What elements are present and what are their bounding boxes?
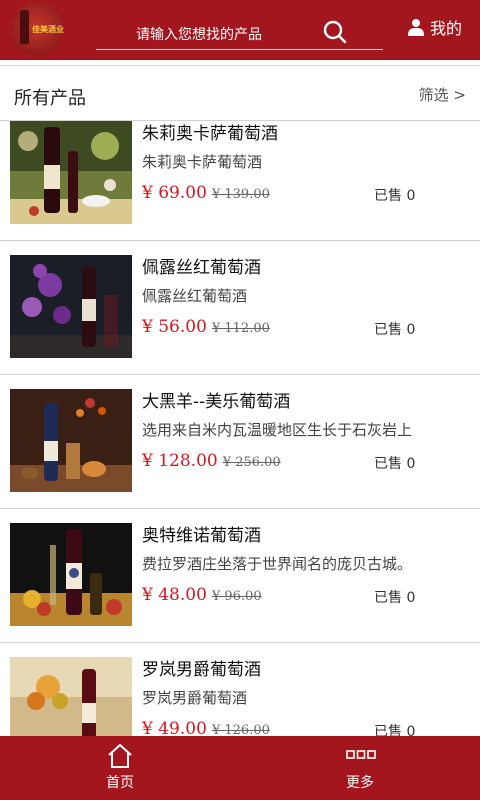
logo-text: 佳美酒业 (32, 25, 64, 34)
product-item[interactable]: 佩露丝红葡萄酒 佩露丝红葡萄酒 ¥ 56.00 ¥ 112.00 已售 0 (0, 240, 480, 374)
product-name: 大黑羊--美乐葡萄酒 (142, 392, 291, 412)
product-item[interactable]: 奥特维诺葡萄酒 费拉罗酒庄坐落于世界闻名的庞贝古城。 ¥ 48.00 ¥ 96.… (0, 508, 480, 642)
nav-home-label: 首页 (106, 775, 134, 791)
product-name: 佩露丝红葡萄酒 (142, 258, 261, 278)
sold-count: 已售 0 (374, 456, 416, 472)
product-price: ¥ 128.00 (142, 451, 218, 471)
product-name: 罗岚男爵葡萄酒 (142, 660, 261, 680)
product-price: ¥ 56.00 (142, 317, 207, 337)
sold-count: 已售 0 (374, 724, 416, 736)
product-price: ¥ 49.00 (142, 719, 207, 736)
list-title: 所有产品 (14, 88, 86, 109)
home-icon (108, 744, 132, 768)
user-icon (408, 19, 424, 36)
product-old-price: ¥ 256.00 (222, 455, 281, 470)
product-old-price: ¥ 126.00 (211, 723, 270, 736)
search-input[interactable]: 请输入您想找的产品 (96, 10, 383, 50)
bottom-nav: 首页 更多 (0, 736, 480, 800)
product-name: 朱莉奥卡萨葡萄酒 (142, 124, 278, 144)
search-placeholder: 请输入您想找的产品 (136, 27, 262, 43)
product-item[interactable]: 朱莉奥卡萨葡萄酒 朱莉奥卡萨葡萄酒 ¥ 69.00 ¥ 139.00 已售 0 (0, 120, 480, 254)
product-item[interactable]: 大黑羊--美乐葡萄酒 选用来自米内瓦温暖地区生长于石灰岩上 ¥ 128.00 ¥… (0, 374, 480, 508)
product-old-price: ¥ 139.00 (211, 187, 270, 202)
product-item[interactable]: 罗岚男爵葡萄酒 罗岚男爵葡萄酒 ¥ 49.00 ¥ 126.00 已售 0 (0, 642, 480, 736)
product-list-panel: 所有产品 筛选 > 朱莉奥卡萨葡萄酒 朱莉奥卡萨葡萄酒 ¥ 69.00 ¥ 13… (0, 60, 480, 736)
product-image (10, 523, 132, 626)
top-bar: 佳美酒业 请输入您想找的产品 我的 (0, 0, 480, 60)
product-old-price: ¥ 96.00 (211, 589, 262, 604)
search-icon[interactable] (323, 20, 347, 44)
product-name: 奥特维诺葡萄酒 (142, 526, 261, 546)
product-image (10, 389, 132, 492)
list-header: 所有产品 筛选 > (0, 65, 480, 117)
filter-button[interactable]: 筛选 > (419, 84, 466, 105)
product-image (10, 121, 132, 224)
product-desc: 朱莉奥卡萨葡萄酒 (142, 153, 263, 171)
nav-home[interactable]: 首页 (70, 736, 170, 800)
product-price: ¥ 48.00 (142, 585, 207, 605)
product-image (10, 255, 132, 358)
bottle-icon (20, 10, 29, 44)
product-image (10, 657, 132, 736)
product-desc: 罗岚男爵葡萄酒 (142, 689, 248, 707)
sold-count: 已售 0 (374, 188, 416, 204)
my-account-button[interactable]: 我的 (408, 14, 462, 40)
product-old-price: ¥ 112.00 (211, 321, 270, 336)
product-price: ¥ 69.00 (142, 183, 207, 203)
product-desc: 佩露丝红葡萄酒 (142, 287, 248, 305)
sold-count: 已售 0 (374, 590, 416, 606)
product-desc: 费拉罗酒庄坐落于世界闻名的庞贝古城。 (142, 555, 413, 573)
nav-more[interactable]: 更多 (310, 736, 410, 800)
nav-more-label: 更多 (346, 775, 374, 791)
app-logo[interactable]: 佳美酒业 (10, 2, 64, 56)
sold-count: 已售 0 (374, 322, 416, 338)
my-account-label: 我的 (430, 19, 463, 38)
more-icon (346, 750, 376, 759)
product-desc: 选用来自米内瓦温暖地区生长于石灰岩上 (142, 421, 413, 439)
